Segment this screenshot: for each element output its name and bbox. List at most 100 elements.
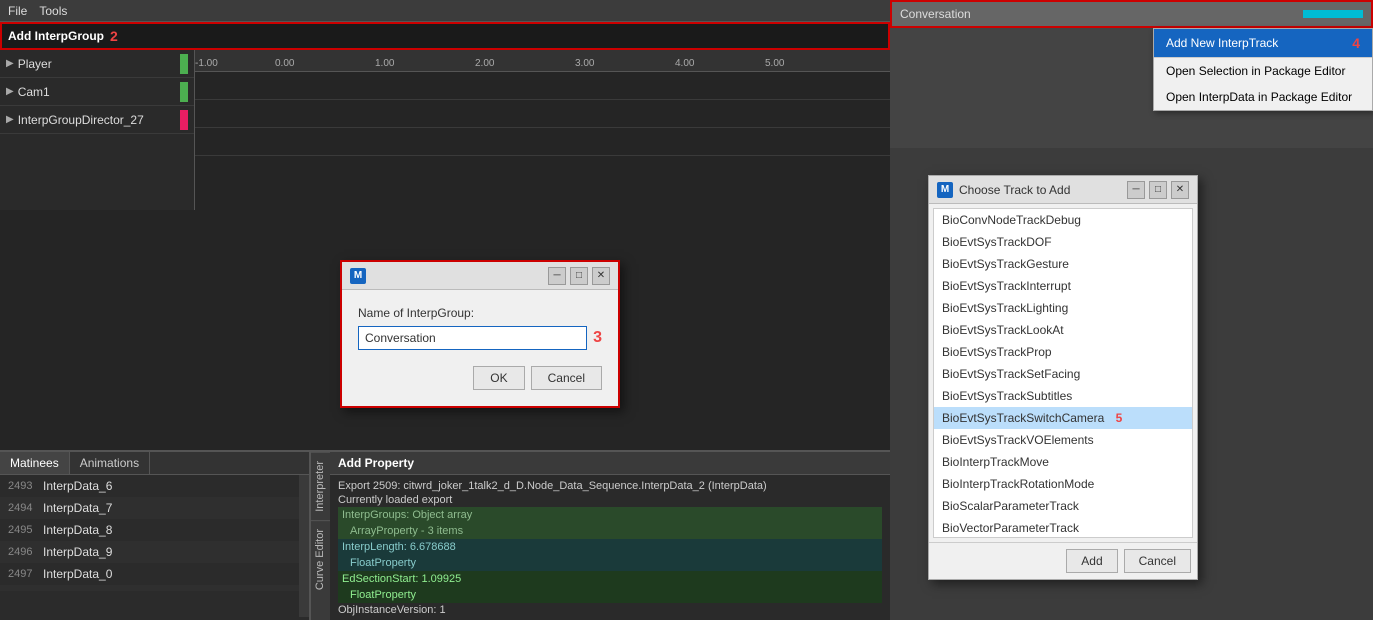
- modal-body: Name of InterpGroup: 3 OK Cancel: [342, 290, 618, 406]
- add-button[interactable]: Add: [1066, 549, 1117, 573]
- timeline-track: [195, 100, 890, 128]
- prop-line-obj: ObjInstanceVersion: 1: [338, 603, 882, 617]
- list-scrollbar[interactable]: [299, 475, 309, 617]
- track-name-director: InterpGroupDirector_27: [18, 113, 144, 127]
- side-tab-interpreter[interactable]: Interpreter: [311, 452, 330, 520]
- list-name: InterpData_6: [43, 479, 112, 493]
- list-item[interactable]: 2494 InterpData_7: [0, 497, 299, 519]
- list-num: 2498: [8, 590, 43, 591]
- track-list: ▶ Player ▶ Cam1 ▶ InterpGroupDirector_27: [0, 50, 195, 210]
- modal-ok-button[interactable]: OK: [473, 366, 524, 390]
- close-button[interactable]: ✕: [1171, 181, 1189, 199]
- choose-item[interactable]: BioInterpTrackRotationMode: [934, 473, 1192, 495]
- cancel-button[interactable]: Cancel: [1124, 549, 1191, 573]
- choose-item[interactable]: BioEvtSysTrackLighting: [934, 297, 1192, 319]
- matinee-panel: Matinees Animations 2493 InterpData_6 24…: [0, 452, 310, 620]
- modal-maximize[interactable]: □: [570, 267, 588, 285]
- track-arrow: ▶: [6, 86, 14, 97]
- choose-titlebar: M Choose Track to Add ─ □ ✕: [929, 176, 1197, 204]
- modal-minimize[interactable]: ─: [548, 267, 566, 285]
- seq-editor-header: Add InterpGroup 2: [0, 22, 890, 50]
- conv-track-bar: [1303, 10, 1363, 18]
- track-color-player: [180, 54, 188, 74]
- track-name-cam1: Cam1: [18, 85, 50, 99]
- modal-badge: 3: [593, 329, 602, 347]
- tab-animations[interactable]: Animations: [70, 452, 150, 474]
- selected-item-label: BioEvtSysTrackSwitchCamera: [942, 411, 1104, 425]
- property-content: Export 2509: citwrd_joker_1talk2_d_D.Nod…: [330, 475, 890, 620]
- choose-item[interactable]: BioEvtSysTrackDOF: [934, 231, 1192, 253]
- property-editor: Add Property Export 2509: citwrd_joker_1…: [330, 452, 890, 620]
- selected-badge: 5: [1116, 411, 1123, 425]
- track-row: ▶ InterpGroupDirector_27: [0, 106, 194, 134]
- choose-item[interactable]: BioEvtSysTrackProp: [934, 341, 1192, 363]
- list-item[interactable]: 2497 InterpData_0: [0, 563, 299, 585]
- timeline-track: [195, 72, 890, 100]
- minimize-button[interactable]: ─: [1127, 181, 1145, 199]
- list-name: InterpData_0: [43, 567, 112, 581]
- choose-item[interactable]: BioEvtSysTrackLookAt: [934, 319, 1192, 341]
- ctx-item-add-track[interactable]: Add New InterpTrack 4: [1154, 29, 1372, 57]
- matinee-list: 2493 InterpData_6 2494 InterpData_7 2495…: [0, 475, 299, 591]
- choose-item-selected[interactable]: BioEvtSysTrackSwitchCamera 5: [934, 407, 1192, 429]
- ruler-mark: 5.00: [765, 58, 784, 69]
- modal-label: Name of InterpGroup:: [358, 306, 602, 320]
- conversation-label: Conversation: [900, 7, 971, 21]
- choose-item[interactable]: BioEvtSysTrackInterrupt: [934, 275, 1192, 297]
- ruler-mark: 2.00: [475, 58, 494, 69]
- ruler-mark: 0.00: [275, 58, 294, 69]
- choose-item[interactable]: BioVectorParameterTrack: [934, 517, 1192, 538]
- bottom-area: Matinees Animations 2493 InterpData_6 24…: [0, 450, 890, 620]
- choose-track-list[interactable]: BioConvNodeTrackDebug BioEvtSysTrackDOF …: [933, 208, 1193, 538]
- choose-item[interactable]: BioConvNodeTrackDebug: [934, 209, 1192, 231]
- list-item[interactable]: 2495 InterpData_8: [0, 519, 299, 541]
- property-header: Add Property: [330, 452, 890, 475]
- choose-item[interactable]: BioEvtSysTrackVOElements: [934, 429, 1192, 451]
- ctx-badge: 4: [1352, 35, 1360, 51]
- list-name: InterpData_7: [43, 501, 112, 515]
- tools-menu[interactable]: Tools: [39, 4, 67, 18]
- conversation-header: Conversation: [890, 0, 1373, 28]
- dialog-icon: M: [937, 182, 953, 198]
- track-color-cam1: [180, 82, 188, 102]
- seq-editor-title: Add InterpGroup: [8, 29, 104, 43]
- prop-line-float2: FloatProperty: [338, 587, 882, 603]
- ctx-item-open-interp[interactable]: Open InterpData in Package Editor: [1154, 84, 1372, 110]
- list-item[interactable]: 2498 InterpData_1: [0, 585, 299, 591]
- track-arrow: ▶: [6, 114, 14, 125]
- track-arrow: ▶: [6, 58, 14, 69]
- modal-cancel-button[interactable]: Cancel: [531, 366, 602, 390]
- list-name: InterpData_8: [43, 523, 112, 537]
- choose-item[interactable]: BioEvtSysTrackSubtitles: [934, 385, 1192, 407]
- ctx-item-open-selection[interactable]: Open Selection in Package Editor: [1154, 58, 1372, 84]
- choose-track-dialog: M Choose Track to Add ─ □ ✕ BioConvNodeT…: [928, 175, 1198, 580]
- timeline-content: -1.00 0.00 1.00 2.00 3.00 4.00 5.00: [195, 50, 890, 210]
- modal-dialog: M ─ □ ✕ Name of InterpGroup: 3 OK Cancel: [340, 260, 620, 408]
- track-color-director: [180, 110, 188, 130]
- ruler-mark: 3.00: [575, 58, 594, 69]
- tab-matinees[interactable]: Matinees: [0, 452, 70, 474]
- choose-item[interactable]: BioEvtSysTrackSetFacing: [934, 363, 1192, 385]
- modal-close[interactable]: ✕: [592, 267, 610, 285]
- modal-controls: ─ □ ✕: [548, 267, 610, 285]
- file-menu[interactable]: File: [8, 4, 27, 18]
- prop-line-array-property: ArrayProperty - 3 items: [338, 523, 882, 539]
- maximize-button[interactable]: □: [1149, 181, 1167, 199]
- ruler-mark: 1.00: [375, 58, 394, 69]
- choose-item[interactable]: BioInterpTrackMove: [934, 451, 1192, 473]
- choose-item[interactable]: BioScalarParameterTrack: [934, 495, 1192, 517]
- ruler-mark: 4.00: [675, 58, 694, 69]
- choose-footer: Add Cancel: [929, 542, 1197, 579]
- track-name-player: Player: [18, 57, 52, 71]
- side-tab-curve-editor[interactable]: Curve Editor: [311, 520, 330, 598]
- list-name: InterpData_1: [43, 589, 112, 591]
- ruler-mark: -1.00: [195, 58, 218, 69]
- modal-input[interactable]: [358, 326, 587, 350]
- list-item[interactable]: 2493 InterpData_6: [0, 475, 299, 497]
- list-num: 2493: [8, 480, 43, 492]
- prop-line: Export 2509: citwrd_joker_1talk2_d_D.Nod…: [338, 479, 882, 493]
- choose-item[interactable]: BioEvtSysTrackGesture: [934, 253, 1192, 275]
- track-row: ▶ Cam1: [0, 78, 194, 106]
- list-item[interactable]: 2496 InterpData_9: [0, 541, 299, 563]
- property-title: Add Property: [338, 456, 414, 470]
